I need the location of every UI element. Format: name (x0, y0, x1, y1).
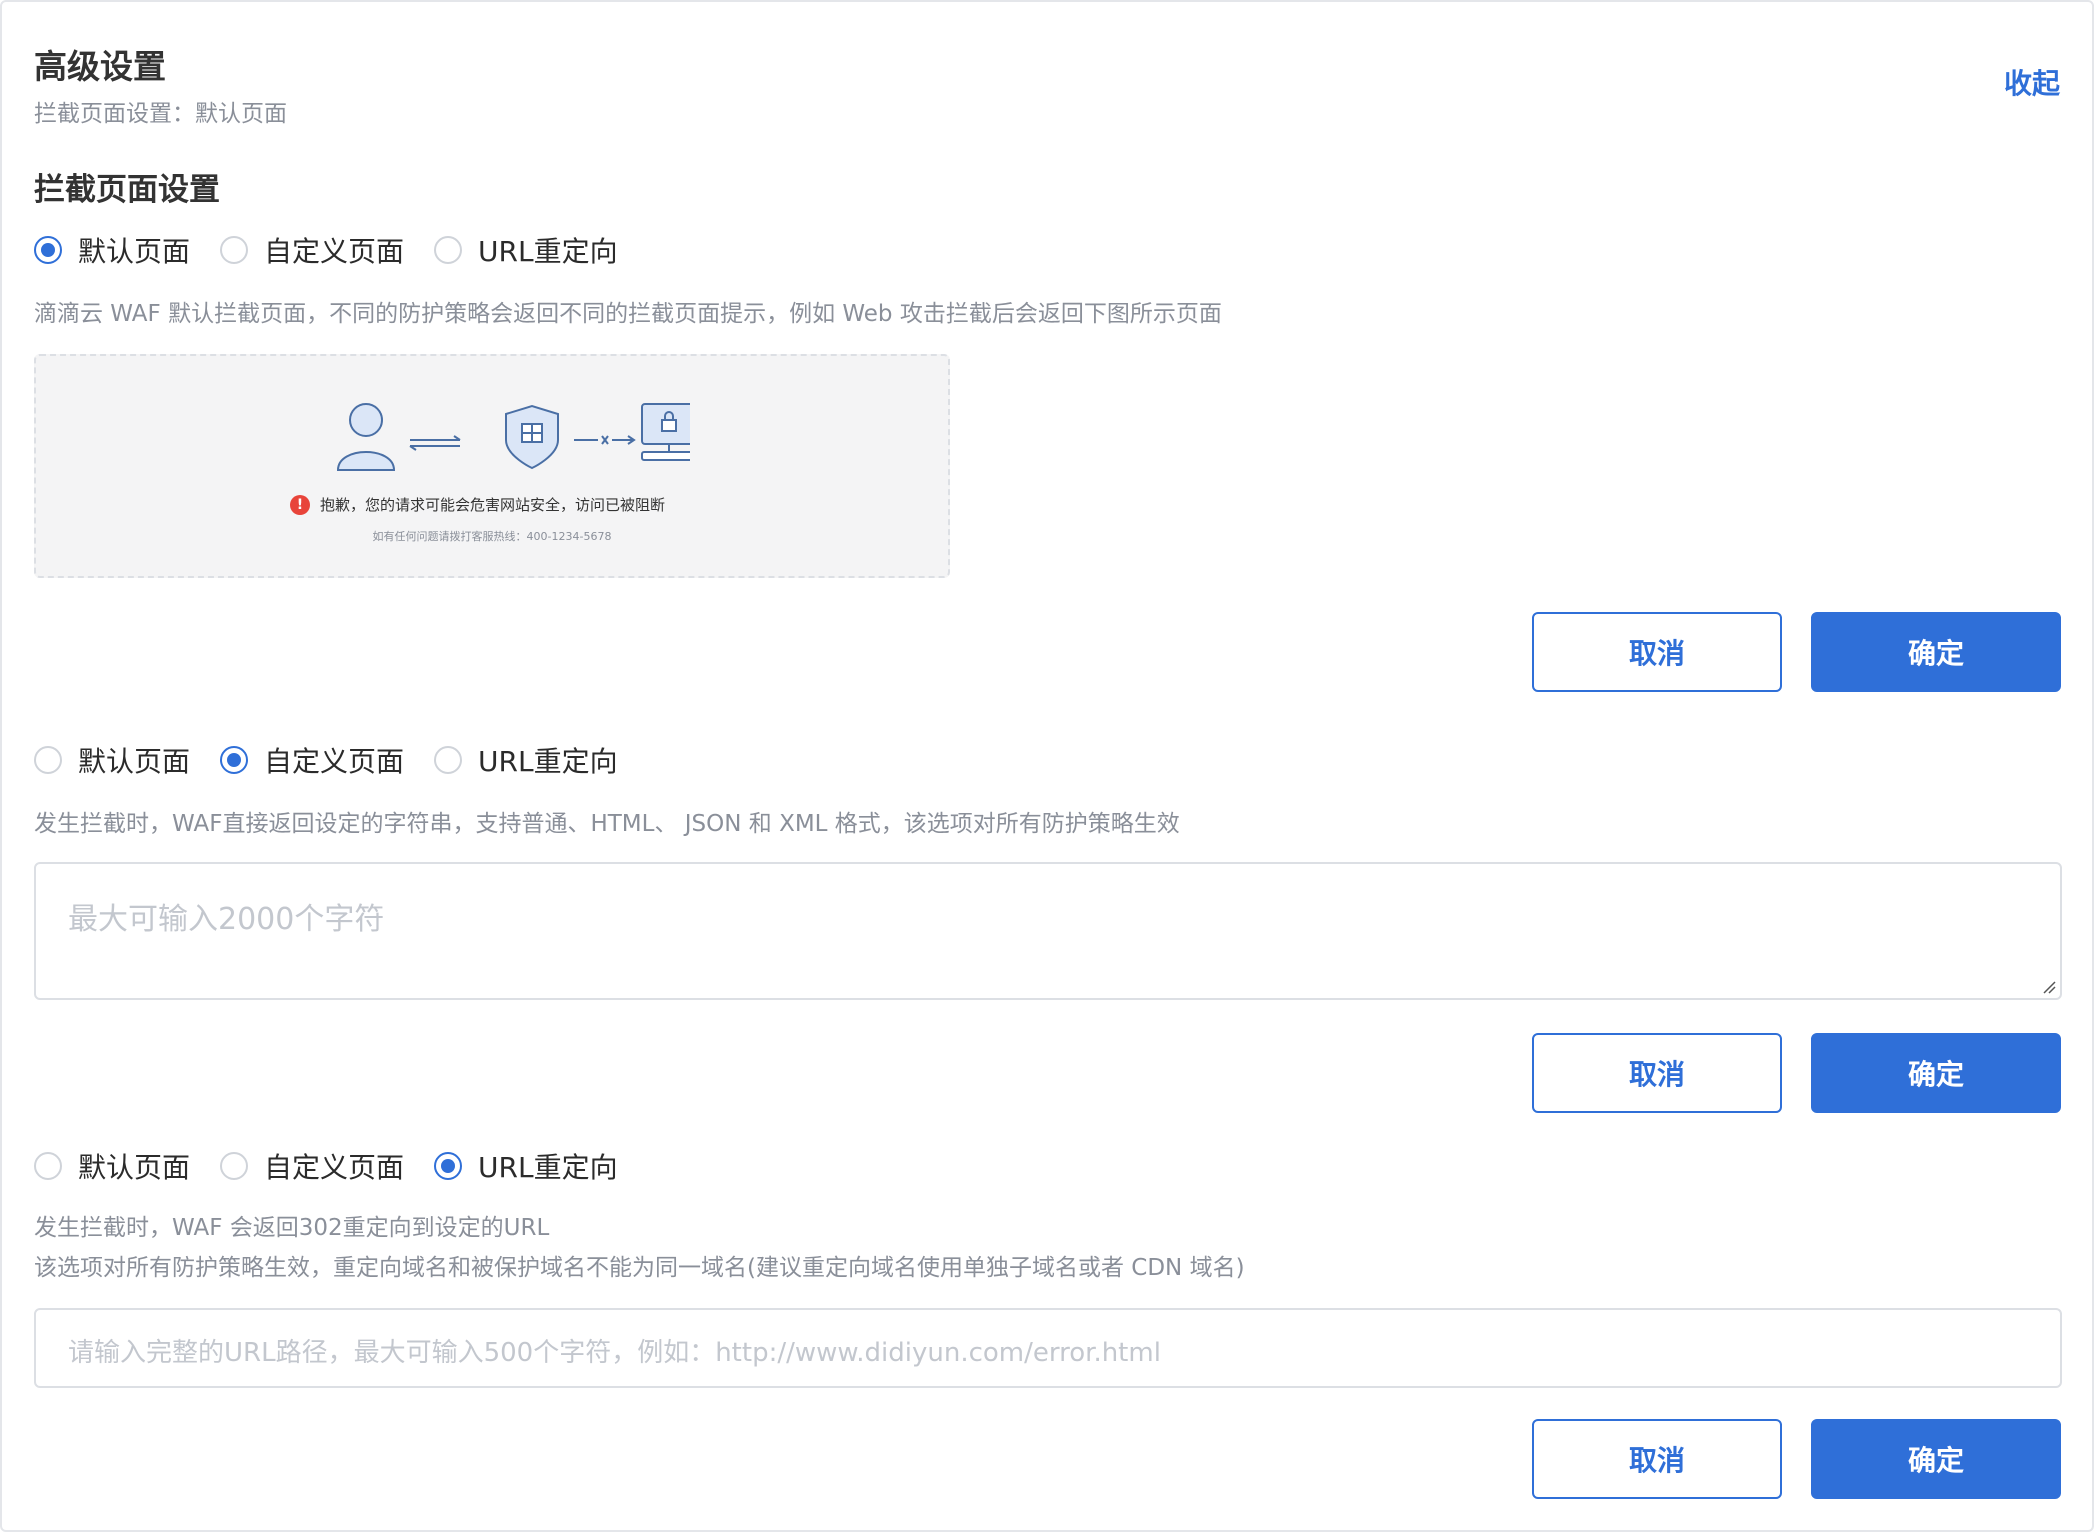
radio-label: URL重定向 (478, 235, 618, 268)
radio-circle[interactable] (434, 746, 463, 774)
custom-response-textarea[interactable]: 最大可输入2000个字符 (34, 862, 2062, 1000)
preview-alert-text: 抱歉，您的请求可能会危害网站安全，访问已被阻断 (320, 496, 666, 514)
alert-icon: ! (290, 494, 310, 515)
page-subtitle: 拦截页面设置：默认页面 (34, 101, 287, 127)
custom-page-description: 发生拦截时，WAF直接返回设定的字符串，支持普通、HTML、 JSON 和 XM… (34, 811, 1180, 837)
radio-label: 自定义页面 (264, 745, 405, 778)
user-icon (336, 403, 396, 471)
confirm-button[interactable]: 确定 (1811, 1419, 2061, 1499)
cancel-button[interactable]: 取消 (1532, 612, 1782, 692)
radio-custom-page[interactable]: 自定义页面 (220, 1146, 404, 1186)
radio-url-redirect[interactable]: URL重定向 (434, 230, 618, 270)
radio-circle-checked[interactable] (434, 1152, 463, 1180)
radio-circle[interactable] (34, 1152, 62, 1180)
cancel-button[interactable]: 取消 (1532, 1419, 1782, 1499)
radio-default-page[interactable]: 默认页面 (34, 230, 190, 270)
confirm-button[interactable]: 确定 (1811, 612, 2061, 692)
page-title: 高级设置 (34, 47, 166, 86)
radio-label: 默认页面 (78, 235, 191, 268)
radio-custom-page[interactable]: 自定义页面 (220, 230, 404, 270)
redirect-url-input[interactable]: 请输入完整的URL路径，最大可输入500个字符，例如：http://www.di… (34, 1308, 2062, 1388)
radio-circle-checked[interactable] (34, 236, 62, 264)
input-placeholder: 请输入完整的URL路径，最大可输入500个字符，例如：http://www.di… (68, 1338, 1161, 1368)
blocked-arrow-icon (574, 435, 636, 445)
radio-circle[interactable] (34, 746, 62, 774)
radio-circle[interactable] (220, 236, 249, 264)
radio-circle[interactable] (434, 236, 463, 264)
confirm-button[interactable]: 确定 (1811, 1033, 2061, 1113)
resize-grip-icon[interactable] (2042, 980, 2056, 994)
shield-firewall-icon (505, 404, 559, 470)
radio-circle-checked[interactable] (220, 746, 249, 774)
radio-group-default: 默认页面 自定义页面 URL重定向 (34, 230, 648, 270)
radio-label: 默认页面 (78, 745, 191, 778)
radio-label: 默认页面 (78, 1151, 191, 1184)
radio-label: 自定义页面 (264, 1151, 405, 1184)
advanced-settings-card: 高级设置 拦截页面设置：默认页面 收起 拦截页面设置 默认页面 自定义页面 UR… (0, 0, 2094, 1532)
locked-computer-icon (641, 403, 690, 461)
preview-hotline-text: 如有任何问题请拨打客服热线：400-1234-5678 (372, 530, 612, 543)
block-page-preview: ! 抱歉，您的请求可能会危害网站安全，访问已被阻断 如有任何问题请拨打客服热线：… (34, 354, 950, 578)
radio-default-page[interactable]: 默认页面 (34, 740, 190, 780)
radio-default-page[interactable]: 默认页面 (34, 1146, 190, 1186)
cancel-button[interactable]: 取消 (1532, 1033, 1782, 1113)
default-page-description: 滴滴云 WAF 默认拦截页面，不同的防护策略会返回不同的拦截页面提示，例如 We… (34, 301, 1222, 327)
radio-group-custom: 默认页面 自定义页面 URL重定向 (34, 740, 648, 780)
section-title: 拦截页面设置 (34, 172, 220, 208)
textarea-placeholder: 最大可输入2000个字符 (68, 902, 385, 937)
radio-label: 自定义页面 (264, 235, 405, 268)
collapse-link[interactable]: 收起 (2004, 62, 2060, 102)
redirect-description-line2: 该选项对所有防护策略生效，重定向域名和被保护域名不能为同一域名(建议重定向域名使… (34, 1255, 1245, 1281)
radio-custom-page[interactable]: 自定义页面 (220, 740, 404, 780)
block-illustration (336, 403, 690, 471)
radio-label: URL重定向 (478, 1151, 618, 1184)
bidirectional-arrow-icon (409, 435, 461, 451)
radio-group-redirect: 默认页面 自定义页面 URL重定向 (34, 1146, 648, 1186)
radio-url-redirect[interactable]: URL重定向 (434, 740, 618, 780)
radio-label: URL重定向 (478, 745, 618, 778)
redirect-description-line1: 发生拦截时，WAF 会返回302重定向到设定的URL (34, 1215, 550, 1241)
preview-alert: ! 抱歉，您的请求可能会危害网站安全，访问已被阻断 (290, 494, 665, 515)
radio-url-redirect[interactable]: URL重定向 (434, 1146, 618, 1186)
radio-circle[interactable] (220, 1152, 249, 1180)
